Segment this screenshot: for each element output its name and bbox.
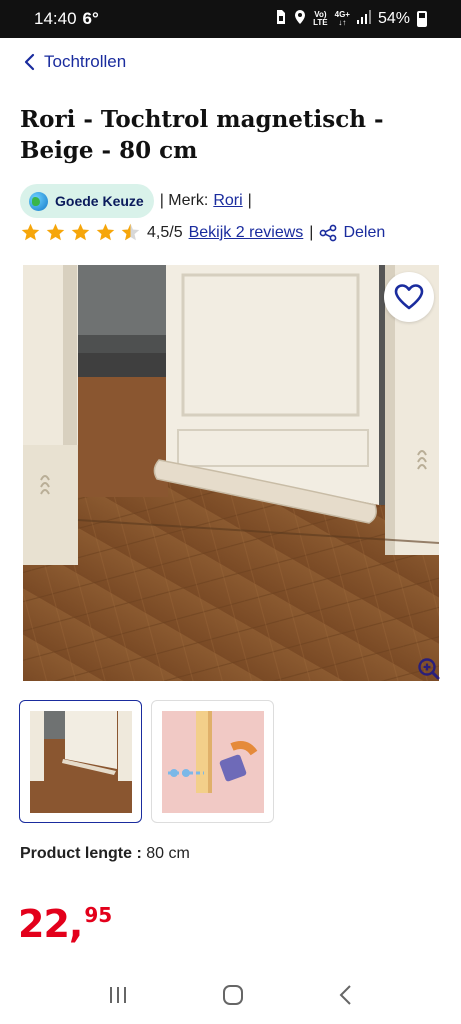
spec-value: 80 cm	[146, 845, 190, 862]
status-right: Vo) LTE 4G+ ↓↑ 54%	[275, 9, 427, 30]
battery-icon	[417, 11, 427, 27]
star-full-icon	[46, 223, 65, 241]
globe-icon	[29, 191, 48, 211]
back-link[interactable]: Tochtrollen	[22, 52, 126, 72]
meta-row: Goede Keuze | Merk: Rori |	[20, 184, 252, 218]
thumbnail-1[interactable]	[19, 700, 142, 823]
spec-label: Product lengte :	[20, 845, 142, 862]
network-gen-indicator: 4G+ ↓↑	[335, 11, 350, 27]
spec-product-length: Product lengte : 80 cm	[20, 845, 190, 863]
heart-icon	[394, 284, 424, 310]
thumbnail-magnet-illustration	[162, 711, 264, 813]
brand-prefix: | Merk:	[159, 192, 209, 209]
star-full-icon	[21, 223, 40, 241]
rating-row: 4,5/5 Bekijk 2 reviews | Delen	[20, 222, 385, 243]
product-title: Rori - Tochtrol magnetisch - Beige - 80 …	[20, 106, 384, 164]
brand-link[interactable]: Rori	[213, 192, 242, 209]
star-full-icon	[96, 223, 115, 241]
zoom-in-icon[interactable]	[417, 657, 441, 681]
rating-text: 4,5/5	[147, 223, 183, 241]
network-gen-bottom: ↓↑	[338, 18, 347, 27]
share-label: Delen	[343, 223, 386, 241]
recent-apps-icon[interactable]	[107, 985, 129, 1005]
system-nav-bar	[0, 965, 461, 1024]
signal-icon	[356, 9, 371, 29]
thumbnail-2[interactable]	[151, 700, 274, 823]
goede-keuze-badge[interactable]: Goede Keuze	[20, 184, 154, 218]
thumbnail-door-photo	[30, 711, 132, 813]
status-temperature: 6°	[82, 9, 99, 28]
home-icon[interactable]	[222, 984, 244, 1006]
reviews-link[interactable]: Bekijk 2 reviews	[189, 224, 304, 242]
door-draft-stopper-photo	[23, 265, 439, 681]
status-time: 14:40	[34, 9, 77, 28]
price-comma: ,	[68, 902, 84, 946]
chevron-left-icon	[24, 53, 35, 71]
volte-indicator: Vo) LTE	[313, 11, 328, 27]
status-bar: 14:40 6° Vo) LTE 4G+ ↓↑ 54%	[0, 0, 461, 38]
brand-suffix: |	[247, 192, 252, 209]
badge-label: Goede Keuze	[55, 193, 144, 209]
price-decimals: 95	[84, 903, 113, 927]
share-button[interactable]: Delen	[319, 224, 385, 242]
product-image[interactable]	[23, 265, 439, 681]
star-half-icon	[121, 223, 140, 241]
favorite-button[interactable]	[384, 272, 434, 322]
share-separator: |	[309, 223, 314, 241]
star-rating	[20, 222, 141, 243]
location-icon	[294, 9, 306, 30]
back-link-label: Tochtrollen	[44, 52, 127, 71]
share-icon	[320, 224, 337, 241]
battery-percent: 54%	[377, 10, 410, 27]
back-nav-icon[interactable]	[338, 984, 354, 1006]
price: 22 , 95	[18, 902, 112, 946]
volte-bottom: LTE	[313, 18, 328, 27]
star-full-icon	[71, 223, 90, 241]
status-left: 14:40 6°	[34, 9, 99, 29]
sim-icon	[275, 9, 287, 30]
price-integer: 22	[18, 902, 70, 946]
